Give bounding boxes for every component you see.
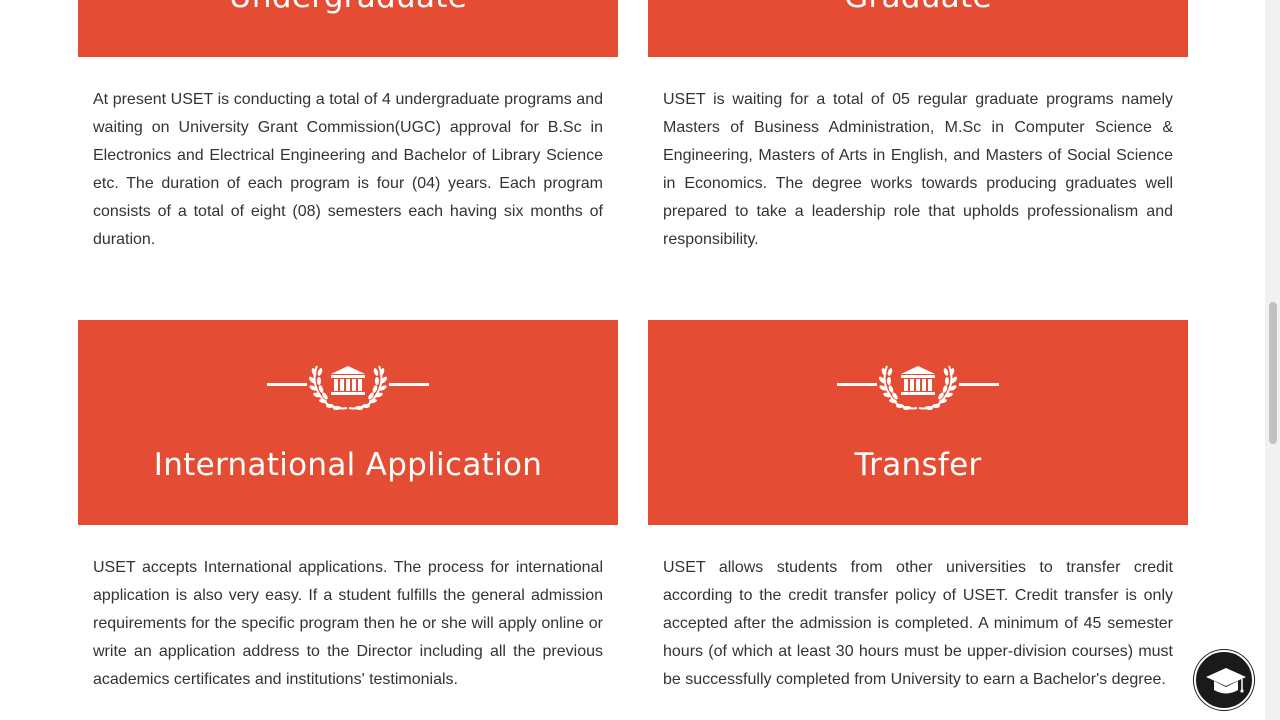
- programs-section: Undergraduate At present USET is conduct…: [0, 0, 1265, 720]
- graduate-description: USET is waiting for a total of 05 regula…: [663, 91, 1173, 248]
- transfer-title: Transfer: [854, 447, 982, 483]
- graduate-title: Graduate: [648, 0, 1188, 15]
- international-card-header: International Application: [78, 320, 618, 525]
- scrollbar-thumb[interactable]: [1269, 302, 1277, 444]
- transfer-description: USET allows students from other universi…: [663, 559, 1173, 688]
- graduation-cap-icon: [1206, 668, 1246, 694]
- transfer-card-header: Transfer: [648, 320, 1188, 525]
- vertical-scrollbar[interactable]: [1265, 0, 1280, 720]
- university-laurel-icon: [837, 365, 999, 410]
- international-description: USET accepts International applications.…: [93, 559, 603, 688]
- undergraduate-title: Undergraduate: [78, 0, 618, 15]
- undergraduate-card-header: Undergraduate: [78, 0, 618, 57]
- university-laurel-icon: [267, 365, 429, 410]
- floating-menu-button[interactable]: [1194, 650, 1254, 710]
- undergraduate-description: At present USET is conducting a total of…: [93, 91, 603, 248]
- international-title: International Application: [153, 447, 543, 483]
- graduate-card-header: Graduate: [648, 0, 1188, 57]
